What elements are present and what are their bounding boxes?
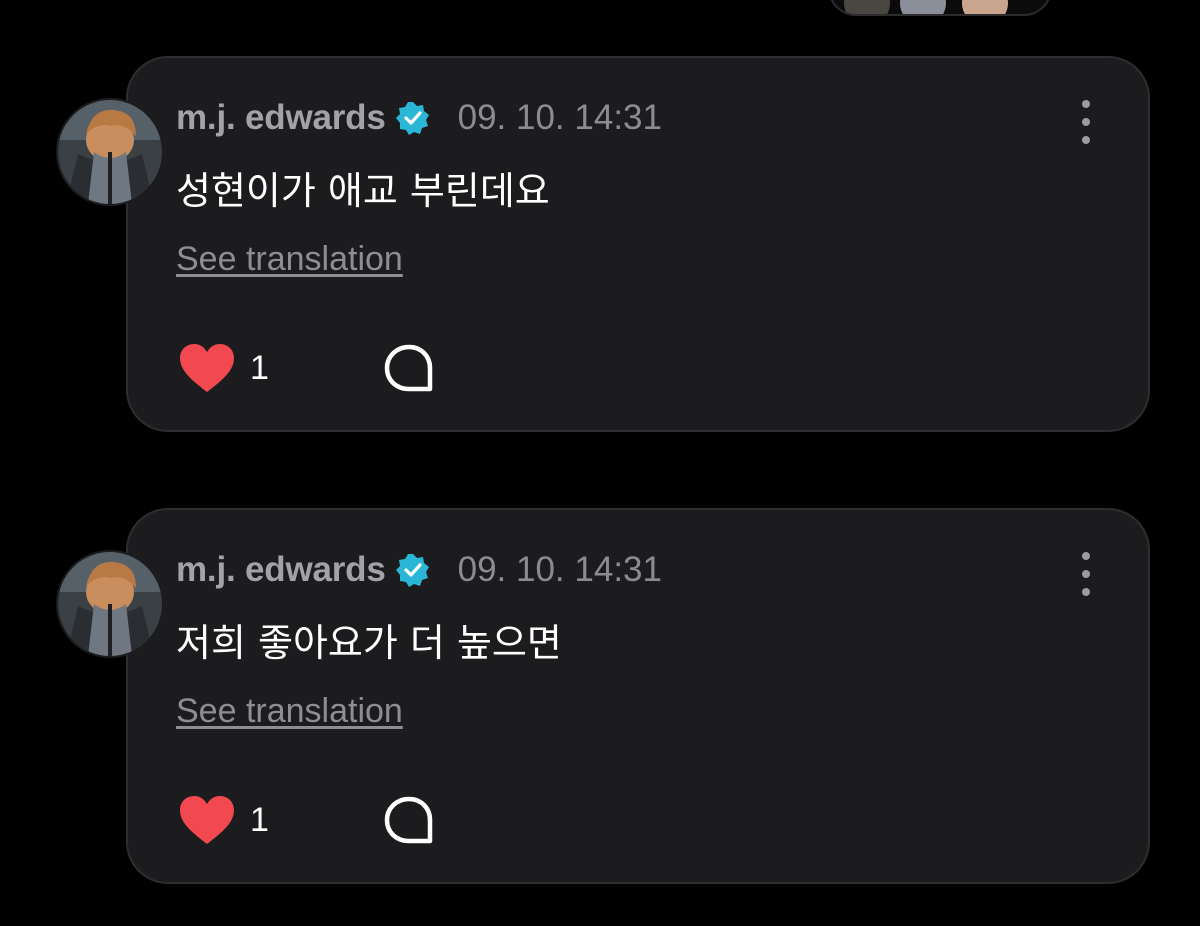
- more-vertical-icon[interactable]: [1072, 552, 1100, 596]
- verified-badge-icon: [395, 554, 429, 587]
- comment-text: 저희 좋아요가 더 높으면: [176, 621, 562, 665]
- comment-bubble-icon[interactable]: [382, 794, 436, 848]
- author-name[interactable]: m.j. edwards: [176, 98, 386, 138]
- reactors-avatar-group[interactable]: [828, 0, 1052, 16]
- more-vertical-icon[interactable]: [1072, 100, 1100, 144]
- avatar[interactable]: [58, 100, 162, 204]
- comment-post: m.j. edwards 09. 10. 14:31 성현이가 애교 부린데요 …: [0, 56, 1200, 436]
- avatar: [844, 0, 890, 14]
- like-count: 1: [250, 800, 269, 839]
- like-button[interactable]: 1: [178, 338, 269, 398]
- avatar[interactable]: [58, 552, 162, 656]
- author-name[interactable]: m.j. edwards: [176, 550, 386, 590]
- comment-text: 성현이가 애교 부린데요: [176, 169, 550, 213]
- see-translation-link[interactable]: See translation: [176, 692, 403, 731]
- timestamp: 09. 10. 14:31: [457, 550, 662, 589]
- avatar: [962, 0, 1008, 14]
- timestamp: 09. 10. 14:31: [457, 98, 662, 137]
- heart-icon: [180, 344, 234, 392]
- heart-icon: [180, 796, 234, 844]
- see-translation-link[interactable]: See translation: [176, 240, 403, 279]
- avatar: [900, 0, 946, 14]
- post-header: m.j. edwards 09. 10. 14:31: [176, 96, 662, 140]
- comment-post: m.j. edwards 09. 10. 14:31 저희 좋아요가 더 높으면…: [0, 508, 1200, 888]
- comment-bubble-icon[interactable]: [382, 342, 436, 396]
- like-count: 1: [250, 348, 269, 387]
- verified-badge-icon: [395, 102, 429, 135]
- post-header: m.j. edwards 09. 10. 14:31: [176, 548, 662, 592]
- like-button[interactable]: 1: [178, 790, 269, 850]
